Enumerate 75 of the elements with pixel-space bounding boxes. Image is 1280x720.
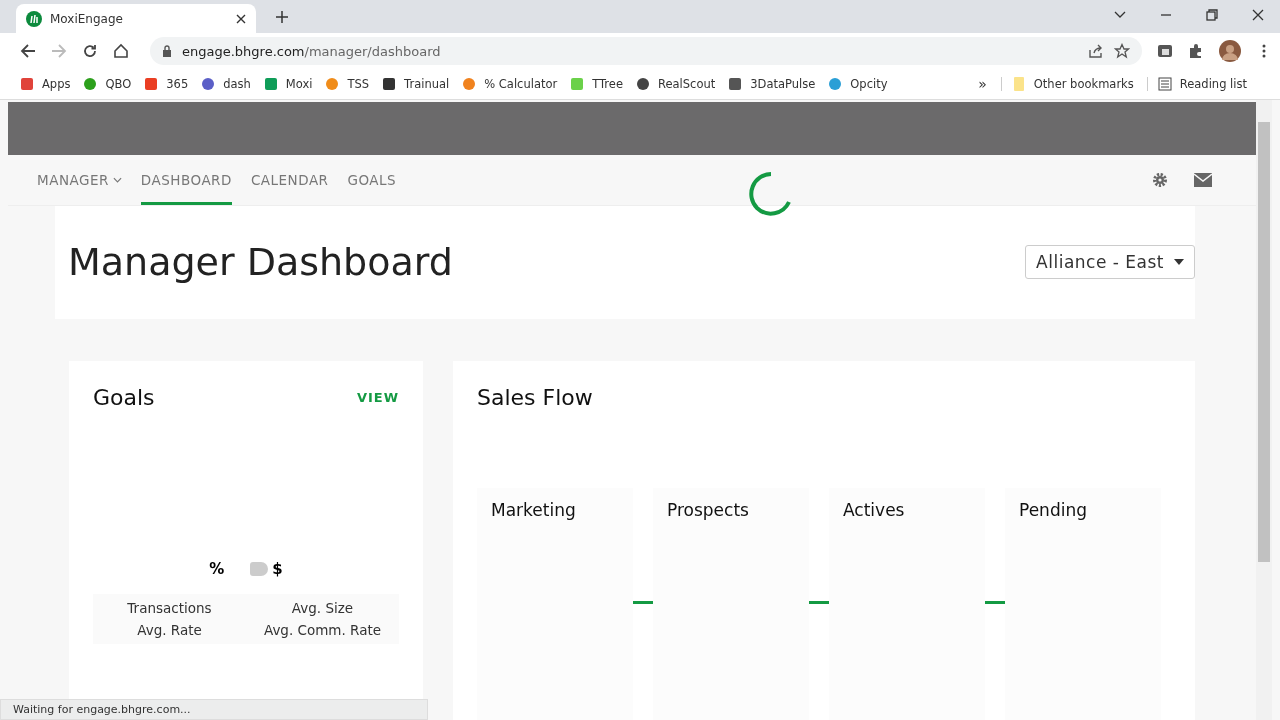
toggle-label: $ bbox=[272, 560, 283, 578]
mail-icon[interactable] bbox=[1194, 172, 1212, 187]
folder-icon bbox=[1011, 77, 1026, 91]
connector-dash bbox=[985, 601, 1005, 604]
bookmark-icon bbox=[20, 77, 34, 91]
office-dropdown[interactable]: Alliance - East bbox=[1025, 245, 1195, 280]
tab-title: MoxiEngage bbox=[50, 11, 124, 26]
bookmark-icon bbox=[570, 77, 585, 91]
bookmark-icon bbox=[325, 77, 340, 91]
bookmark-icon bbox=[828, 77, 843, 91]
card-title: Goals bbox=[93, 385, 155, 410]
settings-icon[interactable] bbox=[1152, 171, 1168, 188]
stage-title: Actives bbox=[843, 500, 905, 520]
bookmark-icon bbox=[83, 77, 98, 91]
reading-list[interactable]: Reading list bbox=[1146, 77, 1247, 91]
bookmark[interactable]: 3DataPulse bbox=[728, 77, 816, 91]
back-arrow-icon[interactable] bbox=[20, 43, 36, 59]
bookmark-icon bbox=[382, 77, 397, 91]
home-icon[interactable] bbox=[113, 43, 129, 59]
bookmark-icon bbox=[636, 77, 650, 91]
address-bar[interactable]: engage.bhgre.com/manager/dashboard bbox=[150, 37, 1142, 65]
bookmark[interactable]: 365 bbox=[144, 77, 189, 91]
caret-icon bbox=[1174, 259, 1184, 266]
bookmark[interactable]: Moxi bbox=[263, 77, 313, 91]
share-icon[interactable] bbox=[1088, 43, 1104, 59]
connector-dash bbox=[809, 601, 829, 604]
status-bar: Waiting for engage.bhgre.com... bbox=[0, 699, 428, 720]
metric-label: Avg. Rate bbox=[136, 622, 203, 638]
restore-icon[interactable] bbox=[1206, 9, 1218, 21]
stage-title: Prospects bbox=[667, 500, 749, 520]
bookmark-folder[interactable]: Other bookmarks bbox=[1000, 77, 1134, 91]
plus-icon[interactable] bbox=[276, 11, 288, 23]
leaf-icon bbox=[26, 10, 42, 27]
bookmark[interactable]: Opcity bbox=[828, 77, 888, 91]
list-icon bbox=[1157, 77, 1172, 91]
puzzle-icon[interactable] bbox=[1188, 43, 1204, 59]
bookmark[interactable]: TSS bbox=[325, 77, 370, 91]
bookmark-icon bbox=[263, 77, 278, 91]
bookmark-icon bbox=[462, 77, 477, 91]
scrollbar-thumb[interactable] bbox=[1258, 122, 1270, 562]
close-icon[interactable] bbox=[1252, 9, 1264, 21]
bookmark-icon bbox=[201, 77, 216, 91]
nav-tab[interactable]: MANAGER bbox=[37, 154, 122, 205]
nav-tab[interactable]: CALENDAR bbox=[250, 154, 329, 205]
reload-icon[interactable] bbox=[82, 43, 98, 59]
bookmark[interactable]: QBO bbox=[83, 77, 132, 91]
bookmark[interactable]: Trainual bbox=[382, 77, 450, 91]
bookmark[interactable]: Apps bbox=[20, 77, 71, 91]
stage-title: Pending bbox=[1019, 500, 1087, 520]
toggle-label: % bbox=[209, 560, 225, 578]
scrollbar[interactable] bbox=[1256, 100, 1272, 720]
connector-dash bbox=[633, 601, 653, 604]
view-link[interactable]: VIEW bbox=[356, 390, 399, 405]
bookmark-icon bbox=[144, 77, 159, 91]
bookmark[interactable]: dash bbox=[201, 77, 251, 91]
nav-tab[interactable]: GOALS bbox=[347, 154, 397, 205]
lock-icon bbox=[162, 45, 172, 57]
bookmark[interactable]: TTree bbox=[570, 77, 623, 91]
stage-title: Marketing bbox=[491, 500, 576, 520]
extension-icon[interactable] bbox=[1157, 43, 1173, 59]
bookmark[interactable]: RealScout bbox=[636, 77, 716, 91]
close-icon[interactable] bbox=[236, 13, 246, 24]
more-bookmarks-icon[interactable]: » bbox=[978, 76, 987, 92]
star-icon[interactable] bbox=[1114, 43, 1130, 59]
card-title: Sales Flow bbox=[477, 385, 594, 410]
metric-label: Avg. Size bbox=[290, 600, 355, 616]
toggle-switch[interactable] bbox=[250, 562, 269, 576]
url-text: engage.bhgre.com/manager/dashboard bbox=[182, 43, 441, 59]
bookmark[interactable]: % Calculator bbox=[462, 77, 558, 91]
page-title: Manager Dashboard bbox=[68, 240, 453, 285]
browser-tab[interactable]: MoxiEngage bbox=[16, 4, 256, 33]
avatar-icon[interactable] bbox=[1219, 40, 1241, 62]
bookmark-icon bbox=[728, 77, 743, 91]
metric-label: Avg. Comm. Rate bbox=[262, 622, 383, 638]
metric-label: Transactions bbox=[126, 600, 213, 616]
